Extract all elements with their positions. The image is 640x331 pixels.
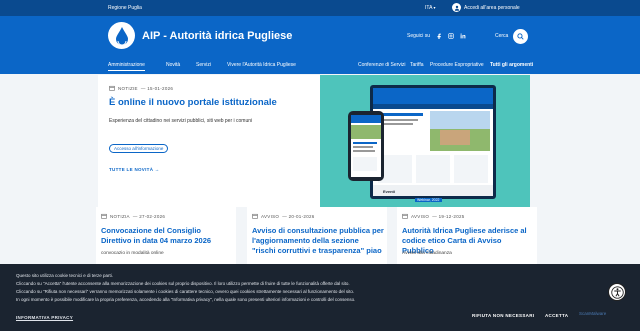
nav-tutti-argomenti[interactable]: Tutti gli argomenti: [490, 62, 533, 68]
nav-procedure[interactable]: Procedure Espropriative: [430, 62, 484, 68]
language-select[interactable]: ITA: [425, 5, 436, 11]
card-subtitle: Avviso alla cittadinanza: [402, 251, 452, 256]
aip-logo[interactable]: [108, 22, 135, 49]
nav-servizi[interactable]: Servizi: [196, 62, 211, 68]
mockup-badge: Webinar, 2022: [415, 198, 442, 202]
instagram-icon[interactable]: [448, 33, 454, 39]
topic-pill[interactable]: Accesso all'informazione: [109, 144, 169, 153]
card-title[interactable]: Avviso di consultazione pubblica per l'a…: [252, 226, 384, 256]
accept-button[interactable]: ACCETTA: [545, 313, 568, 318]
search-button[interactable]: [513, 29, 528, 44]
privacy-link[interactable]: INFORMATIVA PRIVACY: [16, 315, 73, 320]
mockup-events-label: Eventi: [383, 189, 396, 194]
hero-text: Esperienza del cittadino nei servizi pub…: [109, 118, 253, 124]
site-title[interactable]: AIP - Autorità idrica Pugliese: [142, 30, 292, 42]
cookie-text: In ogni momento è possibile modificare l…: [16, 297, 356, 302]
social-links: Seguici su: [407, 33, 466, 39]
login-label: Accedi all'area personale: [464, 4, 520, 11]
news-card[interactable]: AVVISO — 20-01-2026 Avviso di consultazi…: [247, 207, 387, 267]
hero-date: — 15-01-2026: [140, 85, 174, 91]
hero-image: Eventi Webinar, 2022: [320, 75, 530, 207]
calendar-icon: [402, 213, 408, 219]
nav-conferenze[interactable]: Conferenze di Servizi: [358, 62, 406, 68]
nav-amministrazione[interactable]: Amministrazione: [108, 62, 145, 71]
calendar-icon: [252, 213, 258, 219]
cookie-text: Cliccando su "Rifiuta non necessari" ver…: [16, 289, 355, 294]
card-date: — 19-12-2025: [432, 213, 465, 219]
cookie-banner: Questo sito utilizza cookie tecnici e di…: [0, 264, 640, 331]
all-news-link[interactable]: TUTTE LE NOVITÀ →: [109, 167, 160, 172]
card-date: — 27-02-2026: [132, 213, 166, 219]
calendar-icon: [101, 213, 107, 219]
facebook-icon[interactable]: [436, 33, 442, 39]
hero-news: NOTIZIE — 15-01-2026 È online il nuovo p…: [98, 75, 320, 207]
linkedin-icon[interactable]: [460, 33, 466, 39]
accessibility-button[interactable]: [608, 283, 626, 301]
card-date: — 20-01-2026: [282, 213, 315, 219]
portal-mockup-illustration: [348, 85, 496, 199]
accessibility-icon: [610, 285, 624, 299]
search-icon: [517, 33, 524, 40]
news-card[interactable]: AVVISO — 19-12-2025 Autorità Idrica Pugl…: [397, 207, 537, 267]
card-category[interactable]: NOTIZIA: [110, 214, 130, 219]
cookie-text: Cliccando su "Accetta" l'utente acconsen…: [16, 281, 350, 286]
card-title[interactable]: Convocazione del Consiglio Direttivo in …: [101, 226, 233, 246]
main-nav: Amministrazione Novità Servizi Vivere l'…: [0, 62, 640, 74]
hero-title[interactable]: È online il nuovo portale istituzionale: [109, 97, 309, 108]
region-link[interactable]: Regione Puglia: [108, 5, 142, 11]
calendar-icon: [109, 85, 115, 91]
nav-vivere[interactable]: Vivere l'Autorità Idrica Pugliese: [227, 62, 296, 68]
hero-category[interactable]: NOTIZIE: [118, 86, 138, 91]
nav-novita[interactable]: Novità: [166, 62, 180, 68]
hero-tag: NOTIZIE — 15-01-2026: [109, 85, 173, 91]
card-tag: AVVISO — 19-12-2025: [402, 213, 465, 219]
cookie-text: Questo sito utilizza cookie tecnici e di…: [16, 273, 114, 278]
top-bar: Regione Puglia ITA Accedi all'area perso…: [0, 0, 640, 16]
reject-button[interactable]: RIFIUTA NON NECESSARI: [472, 313, 534, 318]
search-label: Cerca: [495, 33, 509, 39]
card-subtitle: convocazio in modalità online: [101, 251, 164, 256]
news-card[interactable]: NOTIZIA — 27-02-2026 Convocazione del Co…: [96, 207, 236, 267]
watermark: ScanMalware: [579, 311, 607, 316]
nav-tariffa[interactable]: Tariffa: [410, 62, 424, 68]
card-category[interactable]: AVVISO: [261, 214, 279, 219]
login-button[interactable]: Accedi all'area personale: [452, 3, 520, 12]
follow-label: Seguici su: [407, 33, 431, 39]
card-tag: AVVISO — 20-01-2026: [252, 213, 315, 219]
card-tag: NOTIZIA — 27-02-2026: [101, 213, 165, 219]
card-category[interactable]: AVVISO: [411, 214, 429, 219]
user-icon: [452, 3, 461, 12]
